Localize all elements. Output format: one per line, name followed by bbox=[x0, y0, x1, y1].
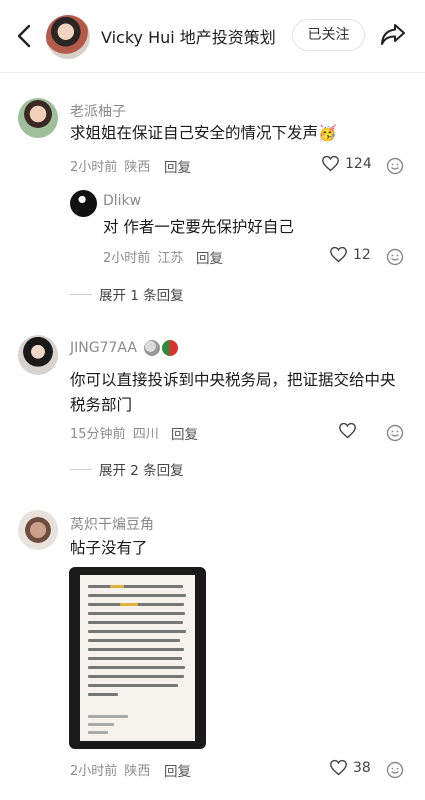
comment-meta: 15分钟前 四川 bbox=[70, 423, 162, 442]
heart-outline-icon bbox=[330, 246, 347, 263]
flag-badge-icon bbox=[162, 340, 178, 356]
reply-text: 对 作者一定要先保护好自己 bbox=[103, 218, 294, 236]
comment-text-content: 求姐姐在保证自己安全的情况下发声 bbox=[70, 124, 319, 142]
top-bar: Vicky Hui 地产投资策划 已关注 bbox=[0, 0, 425, 70]
expand-divider bbox=[70, 293, 92, 295]
reply-username[interactable]: Dlikw bbox=[103, 193, 141, 209]
comment-username[interactable]: JING77AA bbox=[70, 340, 137, 356]
reply-button[interactable]: 回复 bbox=[164, 760, 191, 780]
comment-location: 陕西 bbox=[124, 764, 151, 779]
like-count: 12 bbox=[353, 246, 371, 263]
back-chevron-icon[interactable] bbox=[12, 22, 36, 50]
expand-replies-link[interactable]: 展开 2 条回复 bbox=[70, 459, 184, 479]
like-button[interactable] bbox=[338, 422, 362, 439]
comment-time: 2小时前 bbox=[70, 764, 118, 779]
smiley-icon[interactable] bbox=[385, 247, 405, 267]
expand-divider bbox=[70, 468, 92, 470]
heart-outline-icon bbox=[339, 422, 356, 439]
comment-meta: 2小时前 陕西 bbox=[70, 760, 153, 779]
like-button[interactable]: 124 bbox=[321, 155, 372, 172]
reply-meta: 2小时前 江苏 bbox=[103, 247, 186, 266]
smiley-icon[interactable] bbox=[385, 760, 405, 780]
comment-text: 帖子没有了 bbox=[70, 539, 148, 557]
comment-text: 你可以直接投诉到中央税务局，把证据交给中央税务部门 bbox=[70, 371, 396, 414]
party-emoji-icon: 🥳 bbox=[318, 124, 337, 142]
avatar[interactable] bbox=[18, 335, 58, 375]
share-arrow-icon[interactable] bbox=[379, 20, 407, 48]
comment-meta: 2小时前 陕西 bbox=[70, 156, 153, 175]
reply-button[interactable]: 回复 bbox=[196, 247, 223, 267]
smiley-icon[interactable] bbox=[385, 423, 405, 443]
reply-location: 江苏 bbox=[157, 251, 184, 266]
like-count: 38 bbox=[353, 759, 371, 776]
like-count: 124 bbox=[345, 155, 372, 172]
document-screenshot bbox=[80, 575, 195, 741]
comment-location: 陕西 bbox=[124, 160, 151, 175]
heart-outline-icon bbox=[330, 759, 347, 776]
author-name[interactable]: Vicky Hui 地产投资策划 bbox=[101, 24, 276, 48]
avatar[interactable] bbox=[18, 98, 58, 138]
expand-replies-label: 展开 1 条回复 bbox=[99, 288, 184, 304]
comment-time: 2小时前 bbox=[70, 160, 118, 175]
avatar[interactable] bbox=[70, 190, 97, 217]
like-button[interactable]: 38 bbox=[329, 759, 371, 776]
comment-text: 求姐姐在保证自己安全的情况下发声🥳 bbox=[70, 121, 410, 146]
comment-location: 四川 bbox=[132, 427, 159, 442]
reply-button[interactable]: 回复 bbox=[164, 156, 191, 176]
expand-replies-link[interactable]: 展开 1 条回复 bbox=[70, 284, 184, 304]
header-divider bbox=[0, 72, 425, 73]
heart-outline-icon bbox=[322, 155, 339, 172]
comment-time: 15分钟前 bbox=[70, 427, 126, 442]
avatar[interactable] bbox=[18, 510, 58, 550]
reply-button[interactable]: 回复 bbox=[171, 423, 198, 443]
author-avatar[interactable] bbox=[46, 15, 90, 59]
expand-replies-label: 展开 2 条回复 bbox=[99, 463, 184, 479]
following-button[interactable]: 已关注 bbox=[292, 19, 365, 51]
attached-image[interactable] bbox=[69, 567, 206, 749]
reply-time: 2小时前 bbox=[103, 251, 151, 266]
comment-username[interactable]: 莴炽干煸豆角 bbox=[70, 514, 154, 534]
like-button[interactable]: 12 bbox=[329, 246, 371, 263]
smiley-icon[interactable] bbox=[385, 156, 405, 176]
comment-username[interactable]: 老派柚子 bbox=[70, 101, 126, 121]
globe-badge-icon bbox=[144, 340, 160, 356]
